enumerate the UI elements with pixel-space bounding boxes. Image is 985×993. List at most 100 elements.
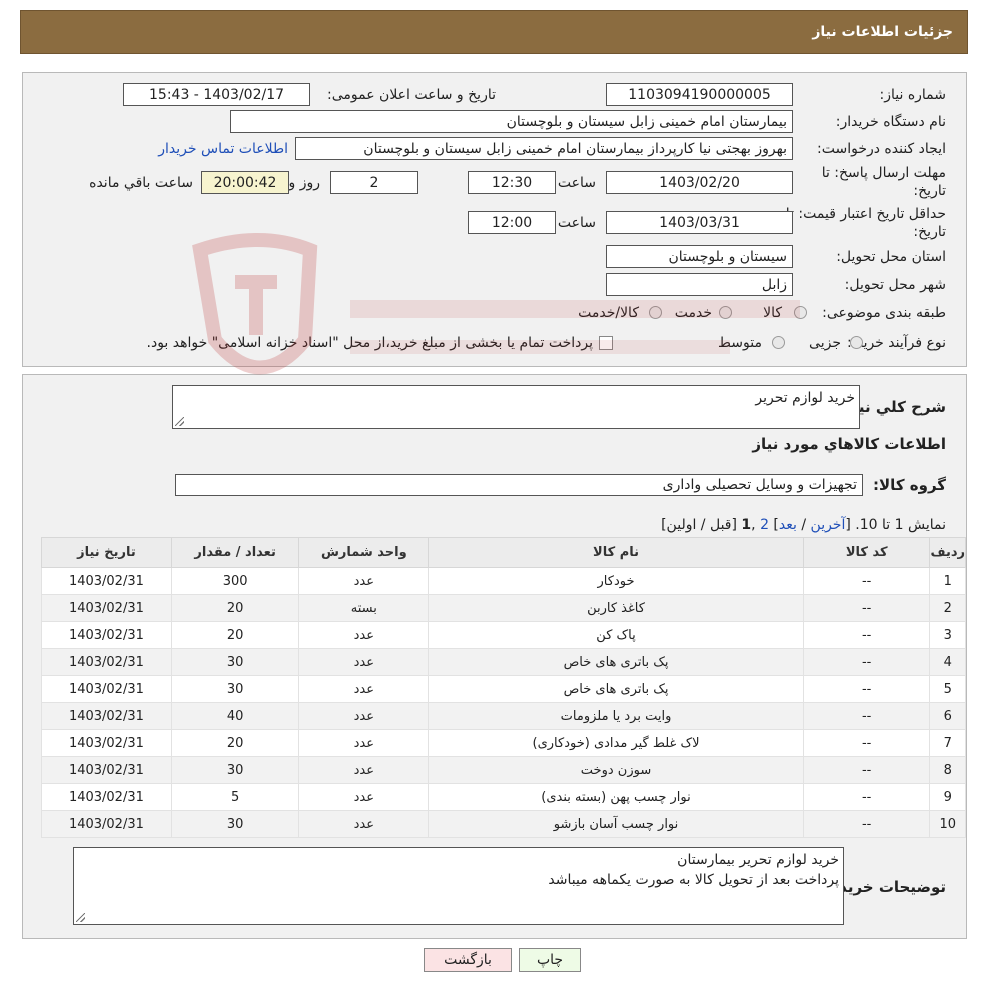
cell-need-date: 1403/02/31 — [41, 594, 172, 622]
goods-group-field: تجهیزات و وسایل تحصیلی واداری — [175, 474, 863, 496]
cell-row-number: 4 — [929, 648, 966, 676]
col-item-name: نام کالا — [428, 537, 804, 568]
reply-deadline-label: مهلت ارسال پاسخ: تا — [821, 165, 946, 181]
cell-item-code: -- — [802, 648, 931, 676]
creator-field: بهروز بهجتی نیا کارپرداز بیمارستان امام … — [295, 137, 793, 160]
cell-item-name: نوار چسب آسان بازشو — [428, 810, 804, 838]
pagination-suffix: [قبل / اولین] — [661, 517, 742, 533]
page-header: جزئیات اطلاعات نیاز — [20, 10, 968, 54]
province-field: سیستان و بلوچستان — [606, 245, 793, 268]
city-label: شهر محل تحویل: — [844, 277, 946, 293]
cell-item-code: -- — [802, 756, 931, 784]
cell-unit: بسته — [298, 594, 430, 622]
cell-need-date: 1403/02/31 — [41, 675, 172, 703]
table-row: 5 -- پک باتری های خاص عدد 30 1403/02/31 — [41, 675, 966, 703]
category-option-goods: کالا — [763, 305, 782, 321]
pagination-sep-2: ] — [768, 517, 779, 533]
cell-quantity: 40 — [170, 702, 300, 730]
table-row: 6 -- وایت برد یا ملزومات عدد 40 1403/02/31 — [41, 702, 966, 730]
cell-unit: عدد — [298, 783, 430, 811]
cell-item-name: پاک کن — [428, 621, 804, 649]
price-valid-date-field: 1403/03/31 — [606, 211, 793, 234]
cell-item-name: وایت برد یا ملزومات — [428, 702, 804, 730]
process-option-medium: متوسط — [718, 335, 762, 351]
reply-deadline-label-2: تاریخ: — [913, 183, 946, 199]
process-radio-medium[interactable] — [772, 336, 785, 349]
resize-grip-icon[interactable] — [76, 913, 85, 922]
cell-need-date: 1403/02/31 — [41, 621, 172, 649]
reply-time-label: ساعت — [557, 175, 596, 191]
category-radio-goods-service[interactable] — [649, 306, 662, 319]
table-row: 2 -- کاغذ کاربن بسته 20 1403/02/31 — [41, 594, 966, 622]
remaining-time-label: ساعت باقي مانده — [89, 175, 193, 191]
cell-item-code: -- — [802, 702, 931, 730]
cell-unit: عدد — [298, 810, 430, 838]
table-row: 4 -- پک باتری های خاص عدد 30 1403/02/31 — [41, 648, 966, 676]
items-table: ردیف کد کالا نام کالا واحد شمارش تعداد /… — [41, 537, 966, 838]
cell-quantity: 20 — [170, 621, 300, 649]
category-label: طبقه بندی موضوعی: — [822, 305, 946, 321]
cell-item-name: کاغذ کاربن — [428, 594, 804, 622]
days-label: روز و — [288, 175, 321, 191]
buyer-org-field: بیمارستان امام خمینی زابل سیستان و بلوچس… — [230, 110, 793, 133]
process-radio-minor[interactable] — [850, 336, 863, 349]
cell-item-name: لاک غلط گیر مدادی (خودکاری) — [428, 729, 804, 757]
cell-need-date: 1403/02/31 — [41, 729, 172, 757]
table-row: 9 -- نوار چسب پهن (بسته بندی) عدد 5 1403/02/3… — [41, 783, 966, 811]
cell-unit: عدد — [298, 729, 430, 757]
general-desc-text: خرید لوازم تحریر — [755, 390, 855, 406]
city-field: زابل — [606, 273, 793, 296]
table-row: 1 -- خودکار عدد 300 1403/02/31 — [41, 567, 966, 595]
resize-grip-icon[interactable] — [175, 417, 184, 426]
print-button[interactable]: چاپ — [519, 948, 581, 972]
cell-quantity: 5 — [170, 783, 300, 811]
need-number-label: شماره نیاز: — [879, 87, 947, 103]
pagination-last-link[interactable]: آخرین — [811, 517, 846, 533]
pagination: نمایش 1 تا 10. [آخرین / بعد] 2 ,1 [قبل /… — [661, 517, 946, 533]
cell-unit: عدد — [298, 648, 430, 676]
pagination-next-link[interactable]: بعد — [779, 517, 797, 533]
cell-need-date: 1403/02/31 — [41, 810, 172, 838]
reply-date-field: 1403/02/20 — [606, 171, 793, 194]
cell-item-name: پک باتری های خاص — [428, 675, 804, 703]
pagination-page-2-link[interactable]: 2 — [760, 517, 769, 533]
cell-quantity: 20 — [170, 594, 300, 622]
category-radio-goods[interactable] — [794, 306, 807, 319]
cell-need-date: 1403/02/31 — [41, 648, 172, 676]
process-option-minor: جزیی — [809, 335, 841, 351]
back-button[interactable]: بازگشت — [424, 948, 512, 972]
cell-row-number: 6 — [929, 702, 966, 730]
col-need-date: تاریخ نیاز — [41, 537, 172, 568]
buyer-contact-link[interactable]: اطلاعات تماس خریدار — [158, 141, 288, 157]
cell-quantity: 30 — [170, 810, 300, 838]
cell-item-name: خودکار — [428, 567, 804, 595]
payment-note: پرداخت تمام یا بخشی از مبلغ خرید،از محل … — [146, 335, 593, 351]
cell-unit: عدد — [298, 756, 430, 784]
need-number-field: 1103094190000005 — [606, 83, 793, 106]
category-option-service: خدمت — [674, 305, 712, 321]
price-valid-label-2: تاریخ: — [913, 224, 946, 240]
cell-row-number: 7 — [929, 729, 966, 757]
category-radio-service[interactable] — [719, 306, 732, 319]
cell-item-code: -- — [802, 810, 931, 838]
cell-unit: عدد — [298, 621, 430, 649]
cell-row-number: 8 — [929, 756, 966, 784]
cell-item-name: پک باتری های خاص — [428, 648, 804, 676]
cell-row-number: 5 — [929, 675, 966, 703]
col-quantity: تعداد / مقدار — [170, 537, 300, 568]
cell-row-number: 1 — [929, 567, 966, 595]
table-row: 3 -- پاک کن عدد 20 1403/02/31 — [41, 621, 966, 649]
cell-item-code: -- — [802, 594, 931, 622]
cell-need-date: 1403/02/31 — [41, 567, 172, 595]
cell-item-code: -- — [802, 621, 931, 649]
province-label: استان محل تحویل: — [836, 249, 946, 265]
pagination-sep: / — [796, 517, 811, 533]
pagination-current-page: 1 — [741, 517, 752, 533]
cell-quantity: 30 — [170, 648, 300, 676]
cell-item-code: -- — [802, 783, 931, 811]
buyer-notes-textarea[interactable]: خرید لوازم تحریر بیمارستان پرداخت بعد از… — [73, 847, 844, 925]
cell-quantity: 30 — [170, 675, 300, 703]
general-desc-textarea[interactable]: خرید لوازم تحریر — [172, 385, 860, 429]
remaining-time-field: 20:00:42 — [201, 171, 289, 194]
payment-treasury-checkbox[interactable] — [599, 336, 613, 350]
